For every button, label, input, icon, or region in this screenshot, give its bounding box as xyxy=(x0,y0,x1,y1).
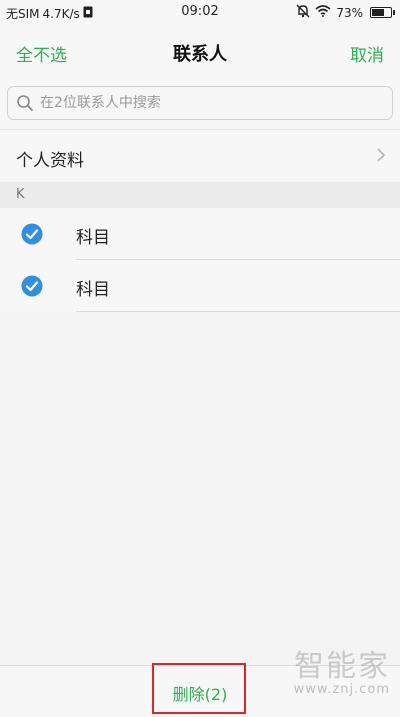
wifi-icon xyxy=(315,5,331,20)
profile-label: 个人资料 xyxy=(16,151,84,171)
highlight-box xyxy=(152,663,246,714)
contact-name: 科目 xyxy=(76,280,110,300)
search-input[interactable] xyxy=(40,91,380,115)
nav-bar: 全不选 联系人 取消 xyxy=(0,26,400,78)
status-bar: 无SIM 4.7K/s 09:02 73% xyxy=(0,0,400,26)
battery-percent: 73% xyxy=(336,5,363,20)
chevron-right-icon xyxy=(377,148,386,162)
search-box[interactable] xyxy=(7,86,393,120)
status-right: 73% xyxy=(296,4,395,21)
section-header: K xyxy=(0,182,400,208)
watermark-logo: 智能家 xyxy=(294,649,390,684)
profile-row[interactable]: 个人资料 xyxy=(0,130,400,182)
check-icon[interactable] xyxy=(21,223,43,245)
divider xyxy=(76,311,400,312)
cancel-button[interactable]: 取消 xyxy=(350,41,384,66)
battery-icon xyxy=(370,7,395,18)
watermark: 智能家 www.znj.com xyxy=(290,649,390,698)
search-icon xyxy=(17,95,33,111)
check-icon[interactable] xyxy=(21,275,43,297)
contact-row[interactable]: 科目 xyxy=(0,260,400,312)
contact-row[interactable]: 科目 xyxy=(0,208,400,260)
mute-bell-icon xyxy=(296,4,310,21)
page-title: 联系人 xyxy=(173,44,227,65)
contact-name: 科目 xyxy=(76,228,110,248)
search-area xyxy=(0,78,400,130)
watermark-url: www.znj.com xyxy=(293,682,390,697)
section-letter: K xyxy=(16,187,25,202)
